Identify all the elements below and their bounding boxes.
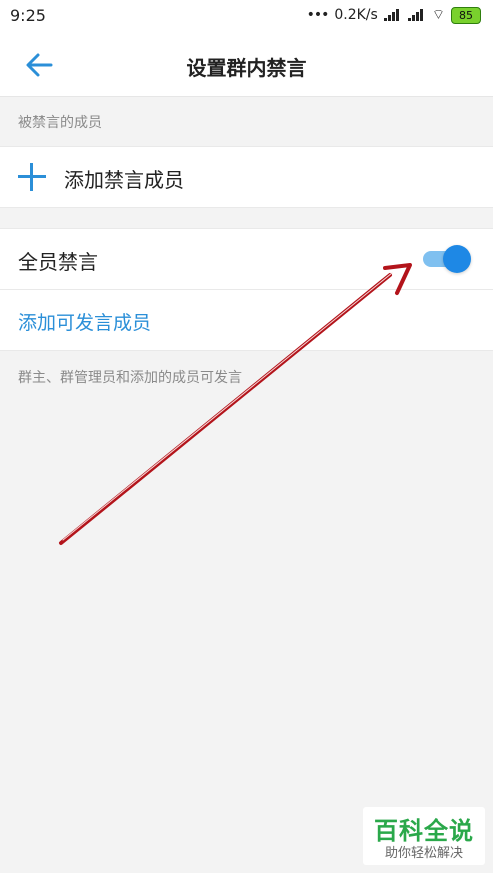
cell-signal-icon [407, 9, 426, 21]
add-muted-member-row[interactable]: 添加禁言成员 [0, 146, 493, 208]
toggle-knob [443, 245, 471, 273]
cell-signal-icon [383, 9, 402, 21]
add-speaker-row[interactable]: 添加可发言成员 [0, 290, 493, 351]
status-right: ••• 0.2K/s ⌔ 85 [307, 6, 481, 24]
page-title: 设置群内禁言 [186, 56, 307, 80]
watermark-title: 百科全说 [374, 817, 474, 845]
plus-icon [18, 163, 46, 191]
watermark: 百科全说 助你轻松解决 [363, 807, 485, 865]
status-dots-icon: ••• [306, 7, 330, 23]
status-time: 9:25 [10, 6, 46, 25]
mute-all-label: 全员禁言 [18, 250, 98, 274]
mute-all-row[interactable]: 全员禁言 [0, 228, 493, 290]
app-header: 设置群内禁言 [0, 32, 493, 97]
speaking-rule-note: 群主、群管理员和添加的成员可发言 [18, 370, 242, 386]
battery-level: 85 [459, 8, 473, 22]
status-bar: 9:25 ••• 0.2K/s ⌔ 85 [0, 0, 493, 32]
network-speed: 0.2K/s [334, 7, 378, 23]
add-muted-member-label: 添加禁言成员 [64, 168, 184, 192]
muted-members-label: 被禁言的成员 [18, 115, 102, 131]
mute-all-toggle[interactable] [423, 244, 471, 274]
battery-icon: 85 [451, 6, 481, 24]
wifi-icon: ⌔ [431, 7, 445, 23]
add-speaker-label: 添加可发言成员 [18, 312, 152, 334]
watermark-subtitle: 助你轻松解决 [384, 846, 463, 861]
